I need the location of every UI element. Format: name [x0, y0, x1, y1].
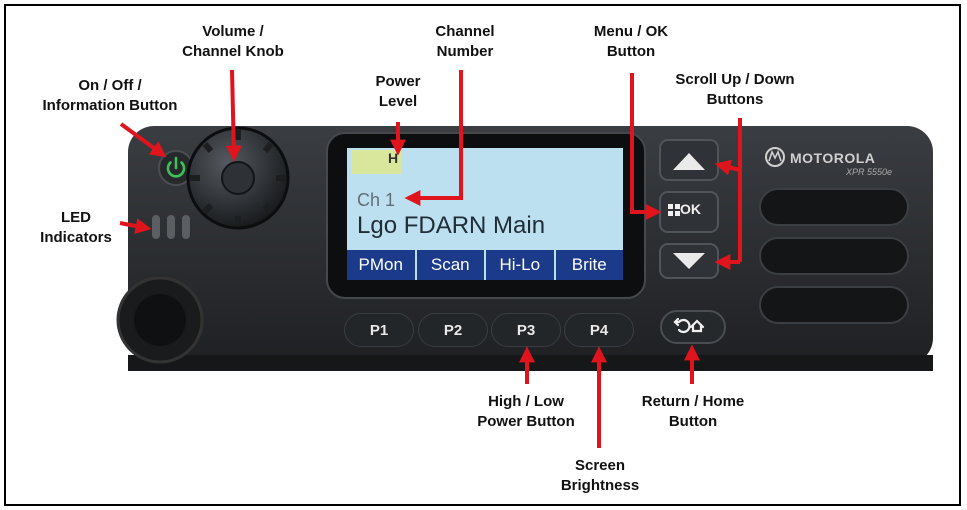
arrow-power-button	[119, 122, 167, 158]
callout-menu-ok: Menu / OK Button	[593, 23, 669, 60]
callout-on-off: On / Off / Information Button	[42, 77, 178, 114]
callout-power-level: Power Level	[375, 73, 421, 110]
arrow-menu-ok	[630, 73, 662, 220]
callout-brightness: Screen Brightness	[560, 457, 640, 494]
callout-led: LED Indicators	[40, 209, 112, 246]
arrow-scroll-up	[714, 159, 741, 176]
callout-high-low: High / Low Power Button	[477, 393, 575, 430]
callout-volume: Volume / Channel Knob	[182, 23, 284, 60]
callout-channel-number: Channel Number	[435, 23, 495, 60]
callout-return-home: Return / Home Button	[641, 393, 745, 430]
callout-scroll: Scroll Up / Down Buttons	[675, 71, 795, 108]
arrow-led	[119, 218, 152, 234]
annotated-radio-diagram: H Ch 1 Lgo FDARN Main PMon Scan Hi-Lo Br…	[0, 0, 967, 510]
arrow-volume-knob	[225, 69, 242, 162]
